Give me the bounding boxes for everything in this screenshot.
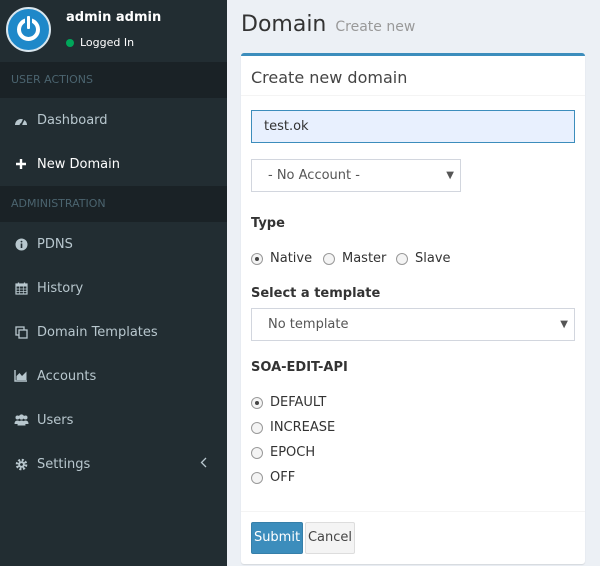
account-select[interactable]: - No Account - ▼ [251,159,461,192]
sidebar: admin admin Logged In USER ACTIONS Dashb… [0,0,227,566]
soa-radio-off[interactable]: OFF [251,470,295,485]
radio-unchecked-icon [323,252,335,265]
radio-unchecked-icon [251,446,263,459]
template-select[interactable]: No template ▼ [251,308,575,341]
avatar [6,7,51,52]
divider [241,511,585,512]
domain-name-input[interactable] [251,110,575,143]
sidebar-item-accounts[interactable]: Accounts [0,354,227,398]
chart-icon [13,368,29,384]
sidebar-item-dashboard[interactable]: Dashboard [0,98,227,142]
sidebar-item-label: Settings [37,456,91,472]
radio-label: INCREASE [270,420,336,435]
radio-label: Native [270,251,313,266]
radio-checked-icon [251,252,263,265]
dashboard-icon [13,112,29,128]
sidebar-item-domain-templates[interactable]: Domain Templates [0,310,227,354]
calendar-icon [13,280,29,296]
sidebar-item-label: Domain Templates [37,324,158,340]
clone-icon [13,324,29,340]
sidebar-item-new-domain[interactable]: New Domain [0,142,227,186]
sidebar-item-label: Users [37,412,74,428]
content-header: Domain Create new [241,12,415,37]
type-radio-slave[interactable]: Slave [396,251,451,266]
users-icon [13,412,29,428]
sidebar-item-label: History [37,280,84,296]
account-select-value: - No Account - [268,168,360,183]
box-title: Create new domain [251,68,408,87]
soa-radio-increase[interactable]: INCREASE [251,420,335,435]
chevron-left-icon[interactable] [200,457,207,472]
soa-label: SOA-EDIT-API [251,360,348,375]
radio-checked-icon [251,396,263,409]
user-name: admin admin [66,10,162,25]
divider [241,95,585,96]
radio-unchecked-icon [251,421,263,434]
type-label: Type [251,216,285,231]
template-label: Select a template [251,286,381,301]
sidebar-item-history[interactable]: History [0,266,227,310]
radio-unchecked-icon [396,252,408,265]
menu-header-administration: ADMINISTRATION [0,186,227,222]
status-text: Logged In [80,36,135,49]
sidebar-item-label: PDNS [37,236,73,252]
radio-label: Master [342,251,387,266]
sidebar-item-pdns[interactable]: PDNS [0,222,227,266]
radio-label: EPOCH [270,445,316,460]
radio-label: OFF [270,470,296,485]
sidebar-item-label: Accounts [37,368,97,384]
type-radio-native[interactable]: Native [251,251,312,266]
soa-radio-default[interactable]: DEFAULT [251,395,326,410]
create-domain-box: Create new domain - No Account - ▼ Type … [241,53,585,564]
type-radio-master[interactable]: Master [323,251,386,266]
user-status: Logged In [66,36,134,49]
sidebar-item-users[interactable]: Users [0,398,227,442]
user-panel: admin admin Logged In [0,0,227,62]
status-dot-icon [66,38,74,47]
template-select-value: No template [268,317,349,332]
page-subtitle: Create new [335,19,416,35]
gear-icon [13,456,29,472]
soa-radio-epoch[interactable]: EPOCH [251,445,315,460]
sidebar-item-settings[interactable]: Settings [0,442,227,486]
info-icon [13,236,29,252]
cancel-button[interactable]: Cancel [305,522,355,554]
menu-header-user-actions: USER ACTIONS [0,62,227,98]
sidebar-item-label: New Domain [37,156,120,172]
caret-down-icon: ▼ [446,170,454,181]
radio-label: Slave [415,251,451,266]
submit-button[interactable]: Submit [251,522,303,554]
radio-unchecked-icon [251,471,263,484]
caret-down-icon: ▼ [560,319,568,330]
page-title: Domain [241,12,327,37]
radio-label: DEFAULT [270,395,327,410]
plus-icon [13,156,29,172]
sidebar-item-label: Dashboard [37,112,108,128]
